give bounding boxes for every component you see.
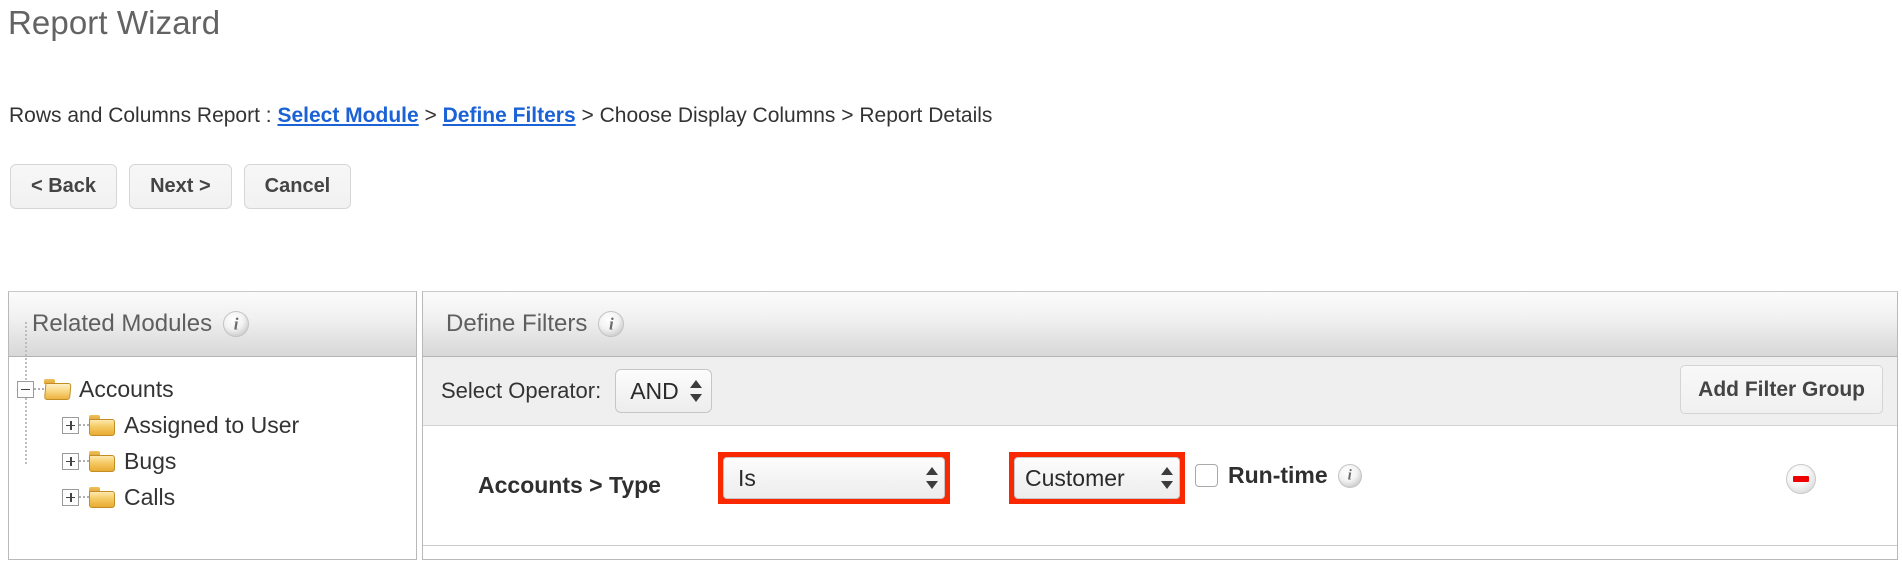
tree-node-label: Calls: [124, 483, 176, 510]
breadcrumb-link-select-module[interactable]: Select Module: [277, 104, 418, 127]
add-filter-group-button[interactable]: Add Filter Group: [1680, 365, 1883, 414]
define-filters-panel: Define Filters Select Operator: AND Add …: [422, 291, 1898, 560]
tree-node-assigned-to-user[interactable]: Assigned to User: [17, 407, 416, 443]
filter-operator-highlight: Is: [718, 452, 950, 504]
tree-connector: [34, 387, 44, 391]
info-icon[interactable]: [598, 311, 625, 337]
related-modules-header: Related Modules: [9, 292, 416, 357]
runtime-group: Run-time: [1195, 462, 1362, 489]
define-filters-header: Define Filters: [423, 292, 1897, 357]
define-filters-title: Define Filters: [446, 310, 588, 337]
tree-toggle-plus-icon[interactable]: [62, 488, 79, 506]
page-title: Report Wizard: [8, 4, 221, 41]
breadcrumb: Rows and Columns Report : Select Module …: [9, 105, 992, 126]
chevron-updown-icon: [1160, 465, 1173, 491]
chevron-updown-icon: [689, 378, 702, 404]
info-icon[interactable]: [1337, 463, 1362, 488]
back-button[interactable]: < Back: [10, 164, 118, 209]
tree-node-calls[interactable]: Calls: [17, 479, 416, 515]
runtime-checkbox[interactable]: [1195, 464, 1218, 487]
tree-node-label: Bugs: [124, 447, 177, 474]
select-operator-label: Select Operator:: [441, 378, 602, 403]
folder-closed-icon: [89, 414, 115, 436]
tree-node-bugs[interactable]: Bugs: [17, 443, 416, 479]
next-button[interactable]: Next >: [129, 164, 232, 209]
tree-connector: [79, 459, 89, 463]
folder-open-icon: [44, 378, 72, 400]
filter-value-value: Customer: [1025, 464, 1125, 491]
filter-value-dropdown[interactable]: Customer: [1014, 457, 1180, 499]
breadcrumb-separator: >: [424, 104, 437, 127]
filter-value-highlight: Customer: [1009, 452, 1185, 504]
related-modules-title: Related Modules: [32, 310, 213, 337]
breadcrumb-link-define-filters[interactable]: Define Filters: [443, 104, 576, 127]
wizard-button-bar: < Back Next > Cancel: [10, 164, 352, 209]
wizard-panels: Related Modules Accounts Assigned to Use…: [8, 291, 1898, 561]
remove-filter-button[interactable]: [1786, 464, 1816, 494]
tree-connector: [79, 495, 89, 499]
operator-row: Select Operator: AND Add Filter Group: [423, 357, 1897, 426]
folder-closed-icon: [89, 486, 115, 508]
tree-toggle-plus-icon[interactable]: [62, 416, 79, 434]
breadcrumb-prefix: Rows and Columns Report :: [9, 104, 272, 127]
breadcrumb-item-choose-display-columns: Choose Display Columns: [599, 104, 836, 127]
info-icon[interactable]: [223, 311, 250, 337]
breadcrumb-item-report-details: Report Details: [859, 104, 993, 127]
filter-operator-value: Is: [738, 464, 756, 491]
breadcrumb-separator: >: [841, 104, 854, 127]
filter-operator-dropdown[interactable]: Is: [723, 457, 945, 499]
tree-toggle-minus-icon[interactable]: [17, 380, 34, 398]
select-operator-dropdown[interactable]: AND: [615, 369, 712, 413]
related-modules-panel: Related Modules Accounts Assigned to Use…: [8, 291, 417, 560]
folder-closed-icon: [89, 450, 115, 472]
module-tree: Accounts Assigned to User Bugs Calls: [9, 322, 416, 515]
filter-field-label: Accounts > Type: [478, 472, 661, 498]
select-operator-value: AND: [630, 377, 679, 404]
tree-node-label: Accounts: [79, 375, 174, 402]
tree-node-accounts[interactable]: Accounts: [17, 371, 416, 407]
filter-row: Accounts > Type Is Customer Run-time: [423, 426, 1897, 546]
tree-toggle-plus-icon[interactable]: [62, 452, 79, 470]
tree-node-label: Assigned to User: [124, 411, 300, 438]
tree-connector: [79, 423, 89, 427]
cancel-button[interactable]: Cancel: [243, 164, 352, 209]
chevron-updown-icon: [925, 465, 938, 491]
breadcrumb-separator: >: [581, 104, 594, 127]
runtime-label: Run-time: [1228, 462, 1328, 488]
